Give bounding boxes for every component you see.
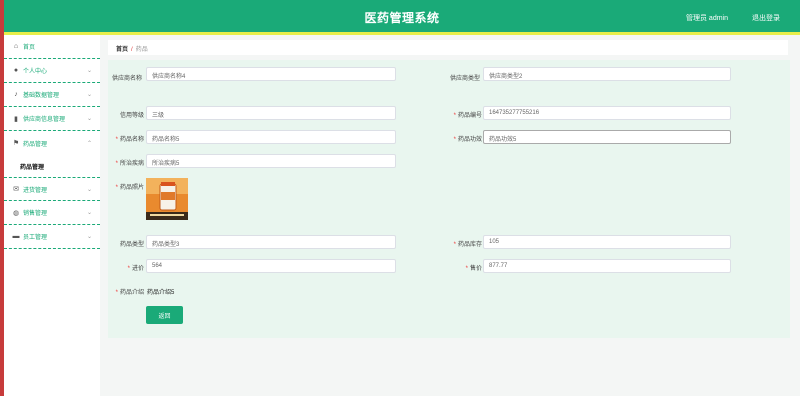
breadcrumb-home[interactable]: 首页: [116, 47, 128, 53]
app-title: 医药管理系统: [364, 11, 440, 25]
drug-effect-label: * 药品功效: [453, 137, 482, 143]
drug-type-label: 药品类型: [119, 242, 144, 248]
sidebar-item-label: 首页: [23, 45, 36, 51]
chevron-down-icon: ⌄: [86, 210, 92, 216]
breadcrumb-separator: /: [131, 47, 133, 53]
sidebar-item-label: 员工管理: [23, 235, 48, 241]
drug-stock-label: * 药品库存: [453, 242, 482, 248]
drug-photo: [146, 178, 188, 220]
drug-stock-field[interactable]: 105: [483, 235, 731, 249]
drug-name-label: * 药品名称: [115, 137, 144, 143]
sidebar-item-supplier[interactable]: ▮ 供应商信息管理 ⌄: [4, 107, 100, 131]
disease-label: * 所治疾病: [115, 161, 144, 167]
home-icon: ⌂: [13, 43, 19, 50]
sidebar-item-label: 基础数据管理: [23, 93, 60, 99]
current-user: 管理员 admin: [685, 15, 728, 22]
sidebar-item-sales[interactable]: ◍ 销售管理 ⌄: [4, 201, 100, 225]
drug-intro-value: 药品介绍5: [147, 290, 175, 296]
back-button[interactable]: 返回: [146, 306, 183, 324]
breadcrumb-current: 药品: [135, 47, 148, 53]
sidebar-item-drugs[interactable]: ⚑ 药品管理 ⌃: [4, 131, 100, 155]
credit-level-field[interactable]: 三级: [146, 106, 396, 120]
drug-type-field[interactable]: 药品类型3: [146, 235, 396, 249]
credit-level-label: 信用等级: [119, 113, 144, 119]
drug-intro-label: * 药品介绍: [115, 290, 144, 296]
supplier-type-label: 供应商类型: [450, 76, 481, 82]
flag-icon: ⚑: [12, 140, 20, 147]
sidebar-item-purchase[interactable]: ✉ 进货管理 ⌄: [4, 177, 100, 201]
chart-icon: ▮: [14, 115, 18, 123]
sidebar-item-label: 个人中心: [23, 69, 48, 75]
sidebar: ⌂ 首页 ● 个人中心 ⌄ ♪ 基础数据管理 ⌄ ▮ 供应商信息管理 ⌄ ⚑ 药…: [4, 35, 100, 396]
briefcase-icon: ▬: [12, 233, 20, 240]
drug-number-field[interactable]: 1647352777552​16: [483, 106, 731, 120]
purchase-price-field[interactable]: 564: [146, 259, 396, 273]
sidebar-item-profile[interactable]: ● 个人中心 ⌄: [4, 59, 100, 83]
sidebar-item-label: 进货管理: [23, 187, 48, 194]
drug-photo-label: * 药品照片: [115, 185, 144, 191]
sidebar-item-basic-data[interactable]: ♪ 基础数据管理 ⌄: [4, 83, 100, 107]
top-header: 医药管理系统 管理员 admin 退出登录: [4, 0, 800, 32]
purchase-price-label: * 进价: [127, 266, 144, 272]
mic-icon: ♪: [14, 91, 18, 98]
chevron-down-icon: ⌄: [86, 92, 92, 98]
sidebar-subitem-drug-manage[interactable]: 药品管理: [4, 155, 100, 177]
sidebar-item-label: 销售管理: [23, 211, 48, 217]
sale-price-field[interactable]: 877.77: [483, 259, 731, 273]
supplier-name-label: 供应商名称: [112, 76, 143, 82]
supplier-name-field[interactable]: 供应商名称4: [146, 67, 396, 81]
breadcrumb: 首页 / 药品: [108, 40, 788, 55]
sidebar-item-home[interactable]: ⌂ 首页: [4, 35, 100, 59]
chevron-down-icon: ⌄: [86, 116, 92, 122]
logout-link[interactable]: 退出登录: [752, 13, 780, 23]
drug-effect-field[interactable]: 药品功效5: [483, 130, 731, 144]
drug-name-field[interactable]: 药品名称5: [146, 130, 396, 144]
supplier-type-field[interactable]: 供应商类型2: [483, 67, 731, 81]
chevron-down-icon: ⌄: [86, 68, 92, 74]
mail-icon: ✉: [13, 186, 19, 193]
globe-icon: ◍: [12, 209, 20, 217]
user-icon: ●: [13, 67, 19, 74]
chevron-up-icon: ⌃: [86, 140, 92, 147]
drug-number-label: * 药品编号: [453, 113, 482, 119]
chevron-down-icon: ⌄: [86, 234, 92, 240]
sidebar-item-label: 供应商信息管理: [23, 117, 66, 123]
detail-form-panel: [108, 60, 790, 338]
sale-price-label: * 售价: [465, 266, 482, 272]
disease-field[interactable]: 所治疾病5: [146, 154, 396, 168]
sidebar-item-staff[interactable]: ▬ 员工管理 ⌄: [4, 225, 100, 249]
sidebar-item-label: 药品管理: [23, 141, 48, 148]
chevron-down-icon: ⌄: [86, 186, 92, 193]
